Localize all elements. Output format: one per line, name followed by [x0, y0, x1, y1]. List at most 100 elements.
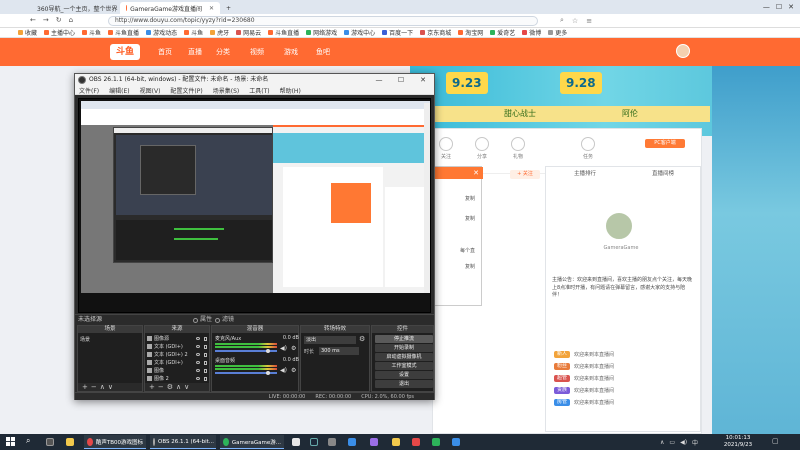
- transition-select[interactable]: 淡出: [304, 336, 356, 344]
- system-clock[interactable]: 10:01:13 2021/9/23: [716, 435, 760, 449]
- taskbar-pinned-icon[interactable]: [432, 438, 440, 446]
- move-down-icon[interactable]: ∨: [108, 383, 113, 391]
- home-icon[interactable]: ⌂: [69, 16, 73, 24]
- studio-mode-button[interactable]: 工作室模式: [375, 362, 433, 370]
- exit-button[interactable]: 退出: [375, 380, 433, 388]
- new-tab-button[interactable]: +: [220, 2, 237, 14]
- taskbar-pinned-icon[interactable]: [348, 438, 356, 446]
- task-view-icon[interactable]: [46, 438, 54, 446]
- remove-icon[interactable]: −: [91, 383, 97, 391]
- maximize-icon[interactable]: ☐: [776, 3, 782, 11]
- bookmark-item[interactable]: 网络游戏: [306, 28, 337, 37]
- gear-icon[interactable]: ⚙: [291, 345, 296, 352]
- add-icon[interactable]: +: [149, 383, 155, 391]
- menu-profile[interactable]: 配置文件(P): [170, 86, 202, 95]
- volume-knob[interactable]: [266, 349, 270, 353]
- menu-help[interactable]: 帮助(H): [280, 86, 301, 95]
- forward-icon[interactable]: →: [43, 16, 49, 24]
- minimize-icon[interactable]: —: [368, 74, 390, 86]
- star-icon[interactable]: ☆: [572, 17, 578, 25]
- taskbar-pinned-icon[interactable]: [392, 438, 400, 446]
- menu-view[interactable]: 视图(V): [140, 86, 161, 95]
- search-icon[interactable]: ⌕: [26, 436, 30, 446]
- taskbar-pinned-icon[interactable]: [292, 438, 300, 446]
- duration-input[interactable]: 300 ms: [319, 347, 359, 355]
- user-avatar[interactable]: [676, 44, 690, 58]
- bookmark-item[interactable]: 百度一下: [382, 28, 413, 37]
- menu-icon[interactable]: ≡: [586, 17, 592, 25]
- bookmark-item[interactable]: 网易云: [236, 28, 261, 37]
- virtual-camera-button[interactable]: 启动虚拟摄像机: [375, 353, 433, 361]
- scene-item[interactable]: 场景: [80, 336, 140, 343]
- menu-scene-collection[interactable]: 场景集(S): [213, 86, 240, 95]
- source-item[interactable]: 图像源: [147, 335, 207, 342]
- nav-live[interactable]: 直播: [188, 47, 202, 57]
- bookmark-item[interactable]: 主播中心: [44, 28, 75, 37]
- share-icon[interactable]: [475, 137, 489, 151]
- steam-icon[interactable]: [310, 438, 318, 446]
- search-icon[interactable]: ⌕: [560, 16, 564, 25]
- anchor-avatar[interactable]: [604, 211, 634, 241]
- source-item[interactable]: 文本 (GDI+): [147, 343, 207, 350]
- close-icon[interactable]: ✕: [412, 74, 434, 86]
- source-item[interactable]: 图像 2: [147, 375, 207, 382]
- stop-streaming-button[interactable]: 停止推流: [375, 335, 433, 343]
- remove-icon[interactable]: −: [158, 383, 164, 391]
- follow-icon[interactable]: [439, 137, 453, 151]
- bookmark-item[interactable]: 斗鱼直播: [108, 28, 139, 37]
- bookmark-item[interactable]: 爱奇艺: [490, 28, 515, 37]
- taskbar-pinned-icon[interactable]: [328, 438, 336, 446]
- taskbar-app[interactable]: 酷声TB00游戏图标: [84, 435, 146, 449]
- bookmark-item[interactable]: 游戏中心: [344, 28, 375, 37]
- properties-button[interactable]: 属性: [193, 316, 212, 324]
- filters-button[interactable]: 滤镜: [215, 316, 234, 324]
- obs-preview[interactable]: [78, 98, 431, 313]
- volume-knob[interactable]: [266, 371, 270, 375]
- source-item[interactable]: 文本 (GDI+) 2: [147, 351, 207, 358]
- tab-360-home[interactable]: 360导航_一个主页，整个世界: [28, 2, 120, 14]
- team-tab-sweetheart[interactable]: 甜心战士: [480, 106, 560, 122]
- move-down-icon[interactable]: ∨: [184, 383, 189, 391]
- close-icon[interactable]: ✕: [788, 3, 794, 11]
- taskbar-pinned-icon[interactable]: [370, 438, 378, 446]
- tab-room-rank[interactable]: 直播间榜: [652, 169, 674, 181]
- gift-icon[interactable]: [511, 137, 525, 151]
- gear-icon[interactable]: ⚙: [359, 335, 365, 343]
- taskbar-pinned-icon[interactable]: [412, 438, 420, 446]
- site-logo[interactable]: 斗鱼: [110, 44, 140, 60]
- tray-arrow-icon[interactable]: ∧: [660, 439, 664, 446]
- team-tab-alun[interactable]: 阿伦: [590, 106, 670, 122]
- bookmark-item[interactable]: 游戏动态: [146, 28, 177, 37]
- source-item[interactable]: 图像: [147, 367, 207, 374]
- bookmark-item[interactable]: 收藏: [18, 28, 37, 37]
- taskbar-pinned-icon[interactable]: [452, 438, 460, 446]
- taskbar-app[interactable]: OBS 26.1.1 (64-bit...: [150, 435, 216, 449]
- network-icon[interactable]: ▭: [669, 439, 675, 446]
- tab-anchor-rank[interactable]: 主播排行: [574, 169, 596, 181]
- nav-game[interactable]: 游戏: [284, 47, 298, 57]
- bookmark-item[interactable]: 微博: [522, 28, 541, 37]
- menu-tools[interactable]: 工具(T): [249, 86, 269, 95]
- settings-button[interactable]: 设置: [375, 371, 433, 379]
- minimize-icon[interactable]: —: [763, 3, 770, 11]
- back-icon[interactable]: ←: [30, 16, 36, 24]
- move-up-icon[interactable]: ∧: [100, 383, 105, 391]
- start-recording-button[interactable]: 开始录制: [375, 344, 433, 352]
- menu-file[interactable]: 文件(F): [79, 86, 99, 95]
- gear-icon[interactable]: ⚙: [167, 383, 173, 391]
- tab-douyu[interactable]: GameraGame游戏直播间 ✕: [120, 2, 220, 14]
- bookmark-item[interactable]: 淘宝网: [458, 28, 483, 37]
- bookmark-item[interactable]: 斗鱼: [184, 28, 203, 37]
- file-explorer-icon[interactable]: [66, 438, 74, 446]
- bookmark-item[interactable]: 斗鱼直播: [268, 28, 299, 37]
- bookmark-item[interactable]: 京东商城: [420, 28, 451, 37]
- pc-client-button[interactable]: PC客户端: [645, 139, 685, 148]
- close-tab-icon[interactable]: ✕: [209, 5, 214, 12]
- nav-fishbar[interactable]: 鱼吧: [316, 47, 330, 57]
- notification-icon[interactable]: ▢: [772, 437, 779, 445]
- windows-start-icon[interactable]: [6, 437, 15, 446]
- bookmark-item[interactable]: 更多: [548, 28, 567, 37]
- task-icon[interactable]: [581, 137, 595, 151]
- nav-category[interactable]: 分类: [216, 47, 230, 57]
- bookmark-item[interactable]: 斗鱼: [82, 28, 101, 37]
